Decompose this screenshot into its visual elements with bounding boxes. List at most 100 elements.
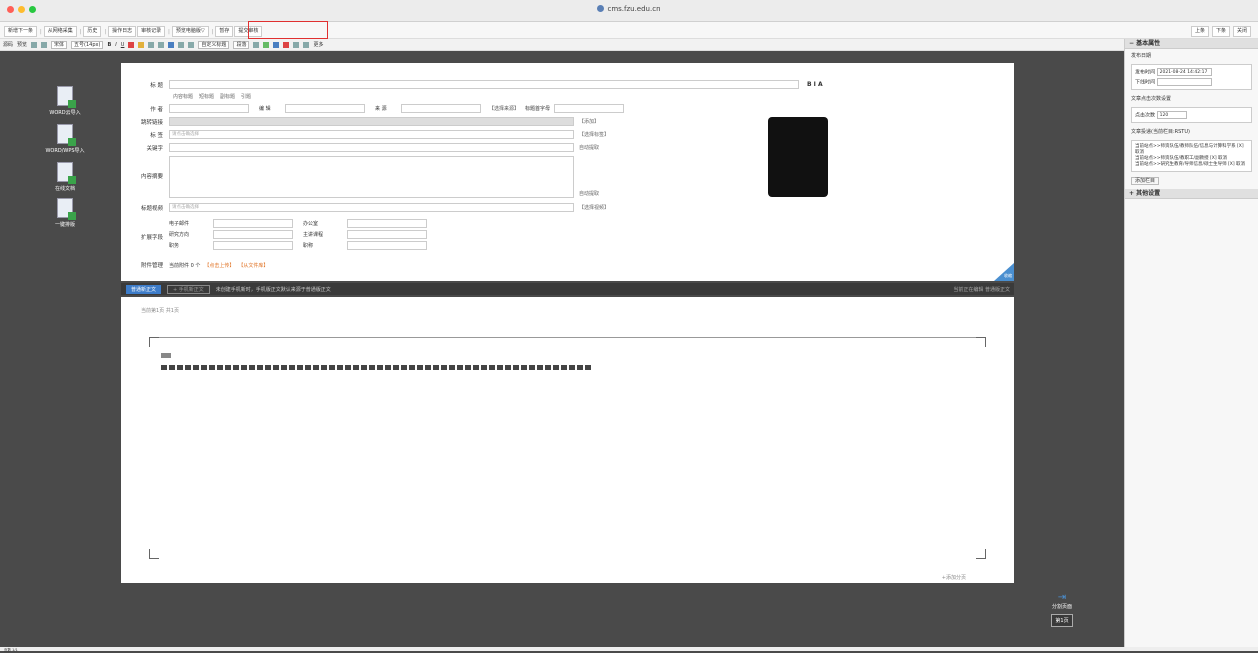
email-input[interactable]: [213, 219, 293, 228]
link-input[interactable]: [169, 117, 574, 126]
word-wps-import[interactable]: WORD/WPS导入: [40, 124, 90, 154]
review-log-button[interactable]: 审核记录: [137, 26, 166, 37]
split-page-icon[interactable]: ⇥: [1046, 592, 1078, 603]
title-image[interactable]: [768, 117, 828, 197]
research-input[interactable]: [213, 230, 293, 239]
style-select[interactable]: 自定义标题: [198, 40, 230, 49]
keyword-auto[interactable]: 自动提取: [579, 144, 599, 151]
normal-body-button[interactable]: 普通新正文: [126, 284, 162, 294]
source-select[interactable]: 【选择来源】: [489, 105, 519, 112]
italic-icon[interactable]: I: [115, 42, 116, 48]
nav-buttons: 上条 下条 关闭: [1190, 26, 1252, 37]
title-input[interactable]: [169, 80, 799, 89]
editor-input[interactable]: [285, 104, 365, 113]
upload-link[interactable]: 【点击上传】: [204, 262, 234, 269]
site-icon: [597, 5, 605, 12]
summary-input[interactable]: [169, 156, 574, 198]
author-label: 作 者: [150, 106, 163, 113]
column-item[interactable]: 当前站点>>师资队伍/教师队伍/信息与计算科学系 [X] 取消: [1135, 144, 1248, 156]
source-input[interactable]: [401, 104, 481, 113]
office-input[interactable]: [347, 219, 427, 228]
check-content-title[interactable]: 内容标题: [173, 93, 193, 100]
tag-input[interactable]: 请点击确选择: [169, 130, 574, 139]
other-settings-header[interactable]: + 其他设置: [1125, 189, 1258, 199]
article-form: 标 题 B I A 内容标题 短标题 副标题 引题 作 者 编 辑 来 源 【选…: [121, 63, 1014, 281]
add-link[interactable]: 【添加】: [579, 118, 599, 125]
collect-button[interactable]: 从网络采集: [43, 26, 77, 37]
next-button[interactable]: 下条: [1211, 26, 1230, 37]
collapse-corner[interactable]: 收缩: [994, 263, 1014, 281]
font-color-icon[interactable]: [128, 41, 135, 48]
image-icon[interactable]: [273, 41, 280, 48]
video-icon[interactable]: [283, 41, 290, 48]
align-right-icon[interactable]: [188, 41, 195, 48]
author-input[interactable]: [169, 104, 249, 113]
table-icon[interactable]: [263, 41, 270, 48]
more-button[interactable]: 更多: [313, 41, 323, 48]
symbol-icon[interactable]: [303, 41, 310, 48]
list-icon[interactable]: [148, 41, 155, 48]
check-short-title[interactable]: 短标题: [199, 93, 214, 100]
log-button[interactable]: 操作日志: [108, 26, 137, 37]
one-click-format[interactable]: 一键排版: [40, 198, 90, 228]
summary-auto[interactable]: 自动提取: [579, 190, 599, 197]
source-button[interactable]: 源码: [3, 41, 13, 48]
indent-icon[interactable]: [158, 41, 165, 48]
check-lead-title[interactable]: 引题: [241, 93, 251, 100]
column-title: 文章投递(当前栏目:RSTU): [1131, 129, 1190, 135]
redo-icon[interactable]: [41, 41, 48, 48]
publish-time-input[interactable]: 2021-08-24 14:42:17: [1156, 68, 1212, 76]
save-draft-button[interactable]: 暂存: [215, 26, 234, 37]
corner-mark-tl: [149, 337, 159, 347]
tag-select[interactable]: 【选择标签】: [579, 131, 609, 138]
undo-icon[interactable]: [31, 41, 38, 48]
video-select[interactable]: 【选择视频】: [579, 204, 609, 211]
pinyin-input[interactable]: [554, 104, 625, 113]
add-column-button[interactable]: 添加栏目: [1125, 174, 1258, 187]
preview-mode-button[interactable]: 预览: [17, 41, 27, 48]
basic-props-header[interactable]: − 基本属性: [1125, 39, 1258, 49]
keyword-input[interactable]: [169, 143, 574, 152]
paragraph-select[interactable]: 段落: [233, 40, 250, 49]
page-1-button[interactable]: 第1页: [1051, 614, 1073, 627]
history-button[interactable]: 历史: [83, 26, 102, 37]
link-icon[interactable]: [253, 41, 260, 48]
new-next-button[interactable]: 新增下一条: [4, 26, 38, 37]
prev-button[interactable]: 上条: [1190, 26, 1209, 37]
highlight-icon[interactable]: [138, 41, 145, 48]
keyword-row: 关键字 自动提取: [121, 143, 599, 152]
title-bold-icon[interactable]: B I A: [807, 81, 823, 88]
toolbar-buttons: 新增下一条 | 从网络采集 | 历史 | 操作日志 审核记录 | 预览电脑版▽ …: [4, 26, 263, 37]
document-area[interactable]: 当前第1页 共1页 +添加分页: [121, 297, 1014, 583]
file-lib-link[interactable]: 【从文件库】: [238, 262, 268, 269]
position-input[interactable]: [213, 241, 293, 250]
rank-input[interactable]: [347, 241, 427, 250]
align-center-icon[interactable]: [178, 41, 185, 48]
online-doc[interactable]: 在线文档: [40, 162, 90, 192]
window-titlebar: cms.fzu.edu.cn: [0, 0, 1258, 22]
column-item[interactable]: 当前站点>>研究生教育/导师信息/硕士生导师 [X] 取消: [1135, 162, 1248, 168]
pinyin-label: 标题首字母: [525, 106, 551, 112]
word-cloud-import[interactable]: WORD云导入: [40, 86, 90, 116]
column-list: 当前站点>>师资队伍/教师队伍/信息与计算科学系 [X] 取消 当前站点>>师资…: [1131, 140, 1252, 172]
tag-label: 标 签: [150, 132, 163, 139]
hr-icon[interactable]: [293, 41, 300, 48]
course-input[interactable]: [347, 230, 427, 239]
offline-time-input[interactable]: [1156, 78, 1212, 86]
close-button[interactable]: 关闭: [1232, 26, 1251, 37]
editor-toolbar: 源码 预览 宋体 五号(14px) B I U 自定义标题 段落 更多: [0, 39, 1124, 51]
preview-button[interactable]: 预览电脑版▽: [171, 26, 209, 37]
bold-icon[interactable]: B: [107, 42, 111, 48]
link-label: 跳转链接: [140, 119, 163, 126]
size-select[interactable]: 五号(14px): [71, 40, 104, 49]
video-input[interactable]: 请点击确选择: [169, 203, 574, 212]
clicks-input[interactable]: 120: [1156, 111, 1187, 119]
font-select[interactable]: 宋体: [51, 40, 68, 49]
check-sub-title[interactable]: 副标题: [220, 93, 235, 100]
add-page-link[interactable]: +添加分页: [942, 574, 966, 581]
mobile-body-button[interactable]: + 手机新正文: [167, 284, 210, 294]
attach-row: 附件管理 当前附件 0 个 【点击上传】 【从文件库】: [121, 261, 268, 270]
address-bar[interactable]: cms.fzu.edu.cn: [0, 5, 1258, 13]
underline-icon[interactable]: U: [121, 42, 125, 48]
align-left-icon[interactable]: [168, 41, 175, 48]
